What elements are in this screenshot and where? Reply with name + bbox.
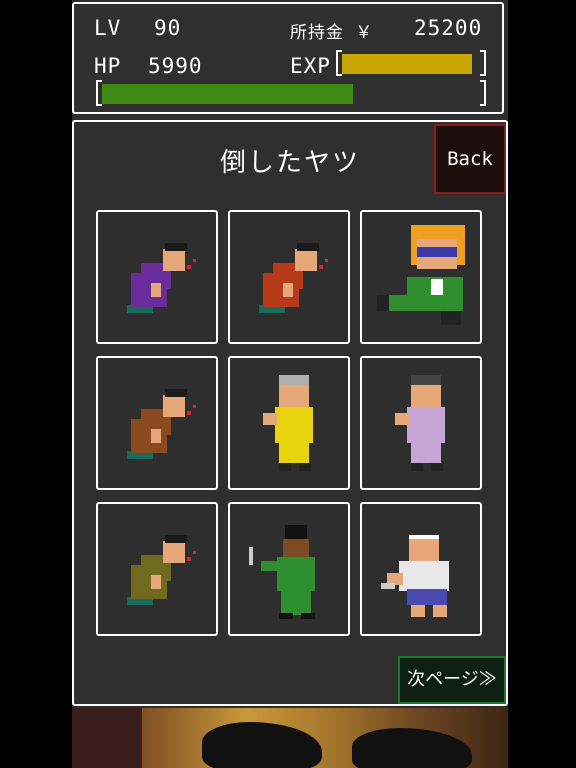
hp-bar-bracket-right (480, 80, 486, 106)
money-value: 25200 (414, 16, 483, 40)
hp-bar (102, 84, 482, 104)
background-shoe-left (202, 722, 322, 768)
background-shoe-right (352, 728, 472, 768)
level-value: 90 (154, 16, 182, 40)
defeated-card-brown-bald-gang-knocked-out[interactable] (96, 356, 218, 490)
defeated-card-headband-brawler[interactable] (360, 502, 482, 636)
olive-gang-knocked-out-sprite (127, 535, 196, 605)
defeated-card-red-blond-gang-knocked-out[interactable] (228, 210, 350, 344)
afro-lavender-fighter-sprite (395, 375, 445, 471)
defeated-card-olive-gang-knocked-out[interactable] (96, 502, 218, 636)
defeated-card-blond-sunglasses-boss[interactable] (360, 210, 482, 344)
headband-brawler-sprite (381, 535, 449, 617)
next-page-button[interactable]: 次ページ≫ (398, 656, 506, 704)
red-blond-gang-knocked-out-sprite (259, 243, 328, 313)
background-wall (72, 708, 142, 768)
defeated-card-purple-gang-knocked-out[interactable] (96, 210, 218, 344)
defeated-card-afro-lavender-fighter[interactable] (360, 356, 482, 490)
status-panel: LV 90 所持金 ￥ 25200 HP 5990 EXP (72, 2, 504, 114)
hp-label: HP (94, 54, 122, 78)
purple-gang-knocked-out-sprite (127, 243, 196, 313)
exp-label: EXP (290, 54, 331, 78)
brown-bald-gang-knocked-out-sprite (127, 389, 196, 459)
exp-bar-fill (342, 54, 473, 74)
hp-value: 5990 (148, 54, 203, 78)
grey-haired-yellow-fighter-sprite (263, 375, 313, 471)
defeated-card-grey-haired-yellow-fighter[interactable] (228, 356, 350, 490)
blond-sunglasses-boss-sprite (377, 225, 465, 325)
level-label: LV (94, 16, 122, 40)
back-button[interactable]: Back (434, 124, 506, 194)
exp-bar (342, 54, 482, 74)
background-scene (72, 708, 508, 768)
defeated-panel: 倒したヤツ Back 次ページ≫ (72, 120, 508, 706)
exp-bar-bracket-right (480, 50, 486, 76)
money-label: 所持金 ￥ (290, 23, 374, 43)
green-knife-fighter-sprite (249, 525, 315, 619)
defeated-card-green-knife-fighter[interactable] (228, 502, 350, 636)
hp-bar-fill (102, 84, 353, 104)
